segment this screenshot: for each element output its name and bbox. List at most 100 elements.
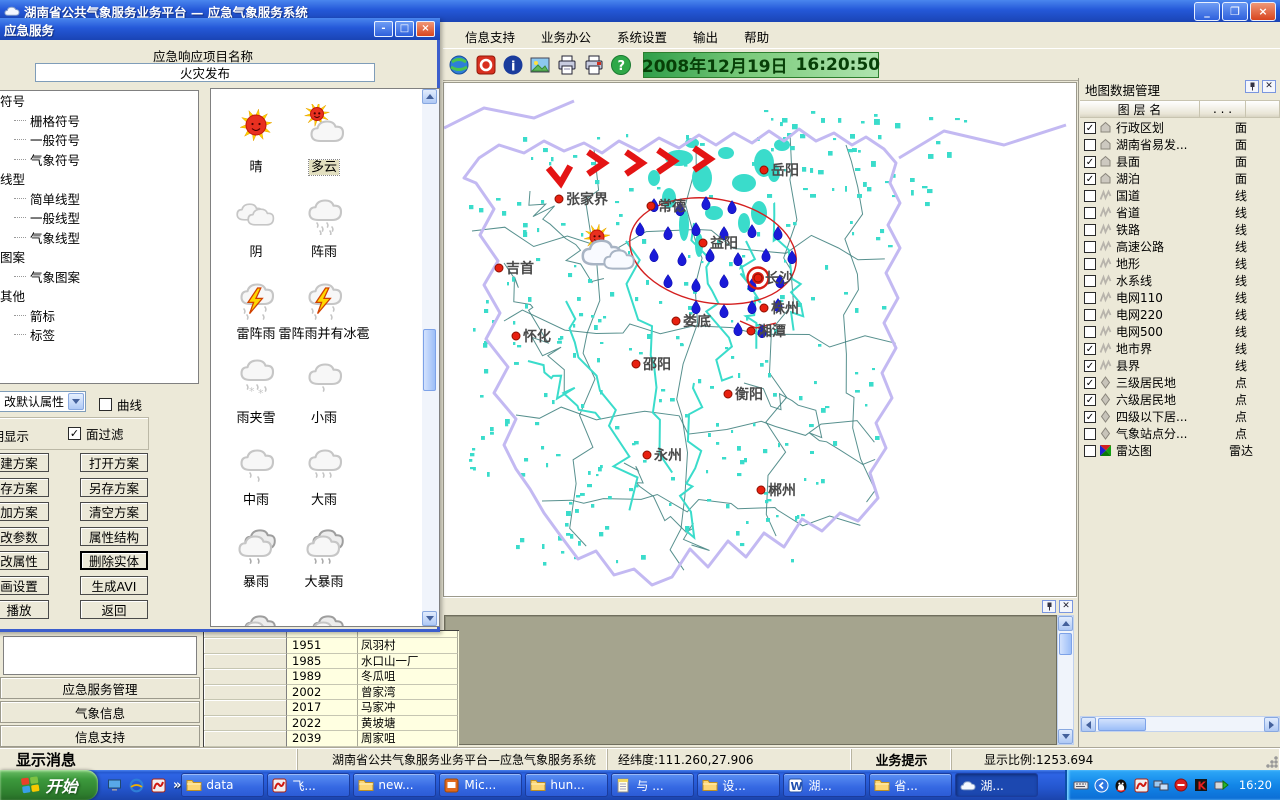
restore-button[interactable]: ❐ bbox=[1222, 2, 1248, 21]
layer-checkbox[interactable] bbox=[1084, 207, 1096, 219]
layer-checkbox[interactable]: ✓ bbox=[1084, 377, 1096, 389]
weather-panel-scrollbar[interactable] bbox=[422, 89, 439, 626]
layer-row-省道[interactable]: 省道线 bbox=[1081, 204, 1279, 221]
app-red-tray-icon[interactable] bbox=[1133, 777, 1150, 794]
keyboard-tray-icon[interactable] bbox=[1073, 777, 1090, 794]
tree-item-图案[interactable]: 图案 bbox=[0, 247, 198, 267]
layer-checkbox[interactable] bbox=[1084, 139, 1096, 151]
taskbar-button-new...[interactable]: new... bbox=[353, 773, 436, 797]
tree-item-栅格符号[interactable]: 栅格符号 bbox=[0, 111, 198, 131]
layer-row-电网500[interactable]: 电网500线 bbox=[1081, 323, 1279, 340]
layer-checkbox[interactable]: ✓ bbox=[1084, 122, 1096, 134]
curve-checkbox-row[interactable]: 曲线 bbox=[99, 395, 142, 414]
start-button[interactable]: 开始 bbox=[0, 770, 98, 800]
layer-row-地市界[interactable]: ✓地市界线 bbox=[1081, 340, 1279, 357]
column-more[interactable]: . . . bbox=[1200, 100, 1246, 118]
button-建方案[interactable]: 建方案 bbox=[0, 453, 49, 472]
weather-item-多云[interactable]: 多云 bbox=[264, 104, 384, 174]
minimize-button[interactable]: _ bbox=[1194, 2, 1220, 21]
taskbar-button-省...[interactable]: 省... bbox=[869, 773, 952, 797]
layer-row-四级以下居...[interactable]: ✓四级以下居...点 bbox=[1081, 408, 1279, 425]
menu-帮助[interactable]: 帮助 bbox=[734, 24, 779, 49]
layer-row-县界[interactable]: ✓县界线 bbox=[1081, 357, 1279, 374]
tree-item-气象符号[interactable]: 气象符号 bbox=[0, 150, 198, 170]
tree-item-气象图案[interactable]: 气象图案 bbox=[0, 267, 198, 287]
layer-row-湖泊[interactable]: ✓湖泊面 bbox=[1081, 170, 1279, 187]
layer-checkbox[interactable] bbox=[1084, 292, 1096, 304]
table-row[interactable]: 2022黄坡塘 bbox=[204, 716, 459, 732]
layer-row-雷达图[interactable]: 雷达图雷达 bbox=[1081, 442, 1279, 459]
table-row[interactable]: 1951凤羽村 bbox=[204, 638, 459, 654]
message-panel-scrollbar[interactable] bbox=[1057, 615, 1074, 745]
layer-checkbox[interactable] bbox=[1084, 428, 1096, 440]
project-name-input[interactable] bbox=[35, 63, 375, 82]
layer-row-电网110[interactable]: 电网110线 bbox=[1081, 289, 1279, 306]
taskbar-button-data[interactable]: data bbox=[181, 773, 264, 797]
tree-item-一般线型[interactable]: 一般线型 bbox=[0, 208, 198, 228]
taskbar-button-湖...[interactable]: 湖... bbox=[955, 773, 1038, 797]
layer-row-三级居民地[interactable]: ✓三级居民地点 bbox=[1081, 374, 1279, 391]
reddot-tray-icon[interactable] bbox=[1173, 777, 1190, 794]
row-header-cell[interactable] bbox=[204, 700, 287, 716]
layer-checkbox[interactable]: ✓ bbox=[1084, 156, 1096, 168]
print-icon[interactable] bbox=[555, 53, 579, 77]
row-header-cell[interactable] bbox=[204, 654, 287, 670]
weather-item-阵雨[interactable]: 阵雨 bbox=[264, 191, 384, 261]
globe-icon[interactable] bbox=[447, 53, 471, 77]
layer-row-六级居民地[interactable]: ✓六级居民地点 bbox=[1081, 391, 1279, 408]
weather-item-大暴雨[interactable]: 大暴雨 bbox=[264, 523, 384, 593]
layer-row-县面[interactable]: ✓县面面 bbox=[1081, 153, 1279, 170]
dialog-maximize-button[interactable]: □ bbox=[395, 21, 414, 37]
layer-checkbox[interactable]: ✓ bbox=[1084, 173, 1096, 185]
stop-icon[interactable] bbox=[474, 53, 498, 77]
row-header-cell[interactable] bbox=[204, 669, 287, 685]
tree-item-其他[interactable]: 其他 bbox=[0, 286, 198, 306]
print2-icon[interactable] bbox=[582, 53, 606, 77]
layer-row-行政区划[interactable]: ✓行政区划面 bbox=[1081, 119, 1279, 136]
layer-row-湖南省易发...[interactable]: 湖南省易发...面 bbox=[1081, 136, 1279, 153]
button-属性结构[interactable]: 属性结构 bbox=[80, 527, 148, 546]
pin-icon[interactable] bbox=[1245, 80, 1259, 93]
dialog-titlebar[interactable]: 应急服务 -□× bbox=[0, 18, 440, 40]
close-icon[interactable]: ✕ bbox=[1262, 80, 1276, 93]
menu-输出[interactable]: 输出 bbox=[683, 24, 728, 49]
dialog-close-button[interactable]: × bbox=[416, 21, 435, 37]
weather-item-大雨[interactable]: 大雨 bbox=[264, 439, 384, 509]
layer-checkbox[interactable] bbox=[1084, 445, 1096, 457]
station-table[interactable]: 1951凤羽村1985水口山一厂1989冬瓜咀2002曾家湾2017马家冲202… bbox=[203, 630, 459, 748]
row-header-cell[interactable] bbox=[204, 731, 287, 747]
ie-icon[interactable] bbox=[128, 777, 145, 794]
layer-checkbox[interactable]: ✓ bbox=[1084, 343, 1096, 355]
menu-业务办公[interactable]: 业务办公 bbox=[531, 24, 601, 49]
layer-checkbox[interactable] bbox=[1084, 309, 1096, 321]
default-attr-combobox[interactable]: 改默认属性 bbox=[0, 391, 86, 412]
chevron-tray-icon[interactable] bbox=[1093, 777, 1110, 794]
chevron-down-icon[interactable] bbox=[68, 393, 84, 410]
tree-item-箭标[interactable]: 箭标 bbox=[0, 306, 198, 326]
row-header-cell[interactable] bbox=[204, 716, 287, 732]
layer-checkbox[interactable] bbox=[1084, 190, 1096, 202]
sidebar-button-气象信息[interactable]: 气象信息 bbox=[0, 701, 200, 723]
layer-row-国道[interactable]: 国道线 bbox=[1081, 187, 1279, 204]
layer-checkbox[interactable] bbox=[1084, 258, 1096, 270]
weather-item-小雨[interactable]: 小雨 bbox=[264, 353, 384, 423]
info-icon[interactable]: i bbox=[501, 53, 525, 77]
button-另存方案[interactable]: 另存方案 bbox=[80, 478, 148, 497]
button-生成AVI[interactable]: 生成AVI bbox=[80, 576, 148, 595]
button-删除实体[interactable]: 删除实体 bbox=[80, 551, 148, 570]
drive-tray-icon[interactable] bbox=[1213, 777, 1230, 794]
tree-item-一般符号[interactable]: 一般符号 bbox=[0, 130, 198, 150]
pin-icon[interactable] bbox=[1042, 600, 1056, 613]
button-清空方案[interactable]: 清空方案 bbox=[80, 502, 148, 521]
layer-checkbox[interactable] bbox=[1084, 275, 1096, 287]
menu-系统设置[interactable]: 系统设置 bbox=[607, 24, 677, 49]
button-存方案[interactable]: 存方案 bbox=[0, 478, 49, 497]
table-row[interactable]: 2039周家咀 bbox=[204, 731, 459, 747]
layer-checkbox[interactable] bbox=[1084, 241, 1096, 253]
layer-checkbox[interactable] bbox=[1084, 326, 1096, 338]
layer-checkbox[interactable]: ✓ bbox=[1084, 394, 1096, 406]
taskbar-button-与 ...[interactable]: 与 ... bbox=[611, 773, 694, 797]
menu-信息支持[interactable]: 信息支持 bbox=[455, 24, 525, 49]
table-row[interactable]: 1985水口山一厂 bbox=[204, 654, 459, 670]
kasp-tray-icon[interactable]: K bbox=[1193, 777, 1210, 794]
